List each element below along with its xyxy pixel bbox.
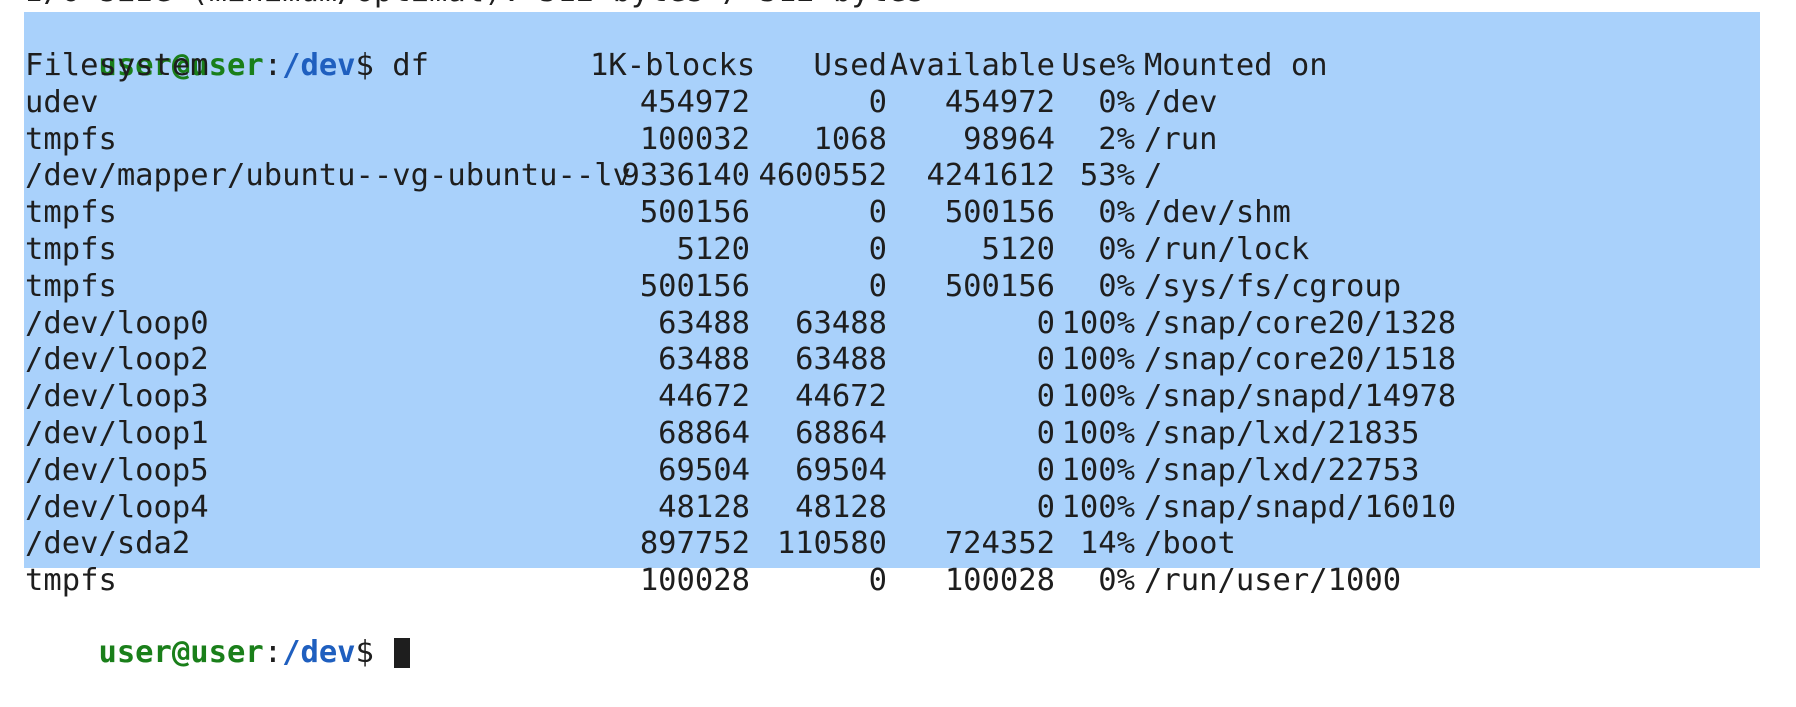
selection-edge-gap xyxy=(1760,564,1796,604)
available-cell: 4241612 xyxy=(926,158,1055,194)
filesystem-cell: udev xyxy=(25,84,99,120)
prompt-path: /dev xyxy=(282,635,356,670)
prompt-path: /dev xyxy=(282,48,356,83)
use-percent-cell: 100% xyxy=(1061,379,1135,415)
prompt-dollar: $ xyxy=(355,635,393,670)
blocks-cell: 897752 xyxy=(639,526,750,562)
command-prompt-line: user@user:/dev$ df xyxy=(25,12,429,83)
use-percent-cell: 0% xyxy=(1098,195,1135,231)
filesystem-cell: /dev/mapper/ubuntu--vg-ubuntu--lv xyxy=(25,158,631,194)
prompt-dollar: $ xyxy=(355,48,393,83)
mounted-on-cell: /run/lock xyxy=(1144,232,1310,267)
filesystem-cell: /dev/loop1 xyxy=(25,416,209,451)
use-percent-cell: 100% xyxy=(1061,305,1135,341)
mounted-on-cell: /dev xyxy=(1144,84,1218,120)
header-mounted-on: Mounted on xyxy=(1144,48,1328,83)
filesystem-cell: /dev/loop3 xyxy=(25,379,209,415)
header-available: Available xyxy=(889,48,1055,83)
available-cell: 454972 xyxy=(944,84,1055,120)
use-percent-cell: 0% xyxy=(1098,232,1135,267)
mounted-on-cell: /sys/fs/cgroup xyxy=(1144,268,1402,304)
blocks-cell: 69504 xyxy=(658,452,750,488)
filesystem-cell: tmpfs xyxy=(25,121,117,157)
filesystem-cell: tmpfs xyxy=(25,563,117,599)
filesystem-cell: /dev/loop2 xyxy=(25,342,209,378)
available-cell: 0 xyxy=(1036,452,1055,488)
blocks-cell: 9336140 xyxy=(621,158,750,194)
available-cell: 724352 xyxy=(944,526,1055,562)
mounted-on-cell: /run xyxy=(1144,121,1218,157)
mounted-on-cell: /snap/snapd/14978 xyxy=(1144,379,1457,415)
text-cursor xyxy=(394,638,411,668)
prompt-user: user@user xyxy=(98,635,264,670)
filesystem-cell: tmpfs xyxy=(25,195,117,231)
filesystem-cell: /dev/loop5 xyxy=(25,452,209,488)
mounted-on-cell: / xyxy=(1144,158,1163,194)
filesystem-cell: tmpfs xyxy=(25,232,117,267)
use-percent-cell: 0% xyxy=(1098,563,1135,599)
available-cell: 500156 xyxy=(944,268,1055,304)
filesystem-cell: /dev/loop4 xyxy=(25,489,209,525)
filesystem-cell: tmpfs xyxy=(25,268,117,304)
blocks-cell: 100032 xyxy=(639,121,750,157)
prompt-separator: : xyxy=(263,635,283,670)
mounted-on-cell: /run/user/1000 xyxy=(1144,563,1402,599)
use-percent-cell: 53% xyxy=(1079,158,1135,194)
mounted-on-cell: /dev/shm xyxy=(1144,195,1291,231)
available-cell: 0 xyxy=(1036,489,1055,525)
mounted-on-cell: /snap/snapd/16010 xyxy=(1144,489,1457,525)
command-text: df xyxy=(392,48,430,83)
prompt-separator: : xyxy=(263,48,283,83)
blocks-cell: 44672 xyxy=(658,379,750,415)
available-cell: 100028 xyxy=(944,563,1055,599)
use-percent-cell: 100% xyxy=(1061,489,1135,525)
header-blocks: 1K-blocks xyxy=(590,48,756,83)
use-percent-cell: 14% xyxy=(1079,526,1135,562)
available-cell: 98964 xyxy=(963,121,1055,157)
filesystem-cell: /dev/sda2 xyxy=(25,526,191,562)
blocks-cell: 48128 xyxy=(658,489,750,525)
mounted-on-cell: /snap/core20/1328 xyxy=(1144,305,1457,341)
mounted-on-cell: /snap/core20/1518 xyxy=(1144,342,1457,378)
previous-output-line: I/O size (minimum/optimal): 512 bytes / … xyxy=(25,0,925,10)
header-filesystem: Filesystem xyxy=(25,48,209,83)
mounted-on-cell: /snap/lxd/22753 xyxy=(1144,452,1420,488)
available-cell: 0 xyxy=(1036,379,1055,415)
terminal-window[interactable]: I/O size (minimum/optimal): 512 bytes / … xyxy=(0,0,1796,670)
blocks-cell: 5120 xyxy=(676,232,750,267)
use-percent-cell: 0% xyxy=(1098,268,1135,304)
use-percent-cell: 100% xyxy=(1061,452,1135,488)
blocks-cell: 454972 xyxy=(639,84,750,120)
use-percent-cell: 100% xyxy=(1061,342,1135,378)
blocks-cell: 68864 xyxy=(658,416,750,451)
blocks-cell: 63488 xyxy=(658,305,750,341)
use-percent-cell: 100% xyxy=(1061,416,1135,451)
available-cell: 500156 xyxy=(944,195,1055,231)
available-cell: 0 xyxy=(1036,305,1055,341)
header-use-percent: Use% xyxy=(1061,48,1135,83)
blocks-cell: 500156 xyxy=(639,195,750,231)
mounted-on-cell: /boot xyxy=(1144,526,1236,562)
available-cell: 0 xyxy=(1036,416,1055,451)
available-cell: 0 xyxy=(1036,342,1055,378)
blocks-cell: 63488 xyxy=(658,342,750,378)
blocks-cell: 500156 xyxy=(639,268,750,304)
blocks-cell: 100028 xyxy=(639,563,750,599)
use-percent-cell: 2% xyxy=(1098,121,1135,157)
filesystem-cell: /dev/loop0 xyxy=(25,305,209,341)
use-percent-cell: 0% xyxy=(1098,84,1135,120)
mounted-on-cell: /snap/lxd/21835 xyxy=(1144,416,1420,451)
available-cell: 5120 xyxy=(981,232,1055,267)
next-prompt-line[interactable]: user@user:/dev$ xyxy=(25,599,411,670)
